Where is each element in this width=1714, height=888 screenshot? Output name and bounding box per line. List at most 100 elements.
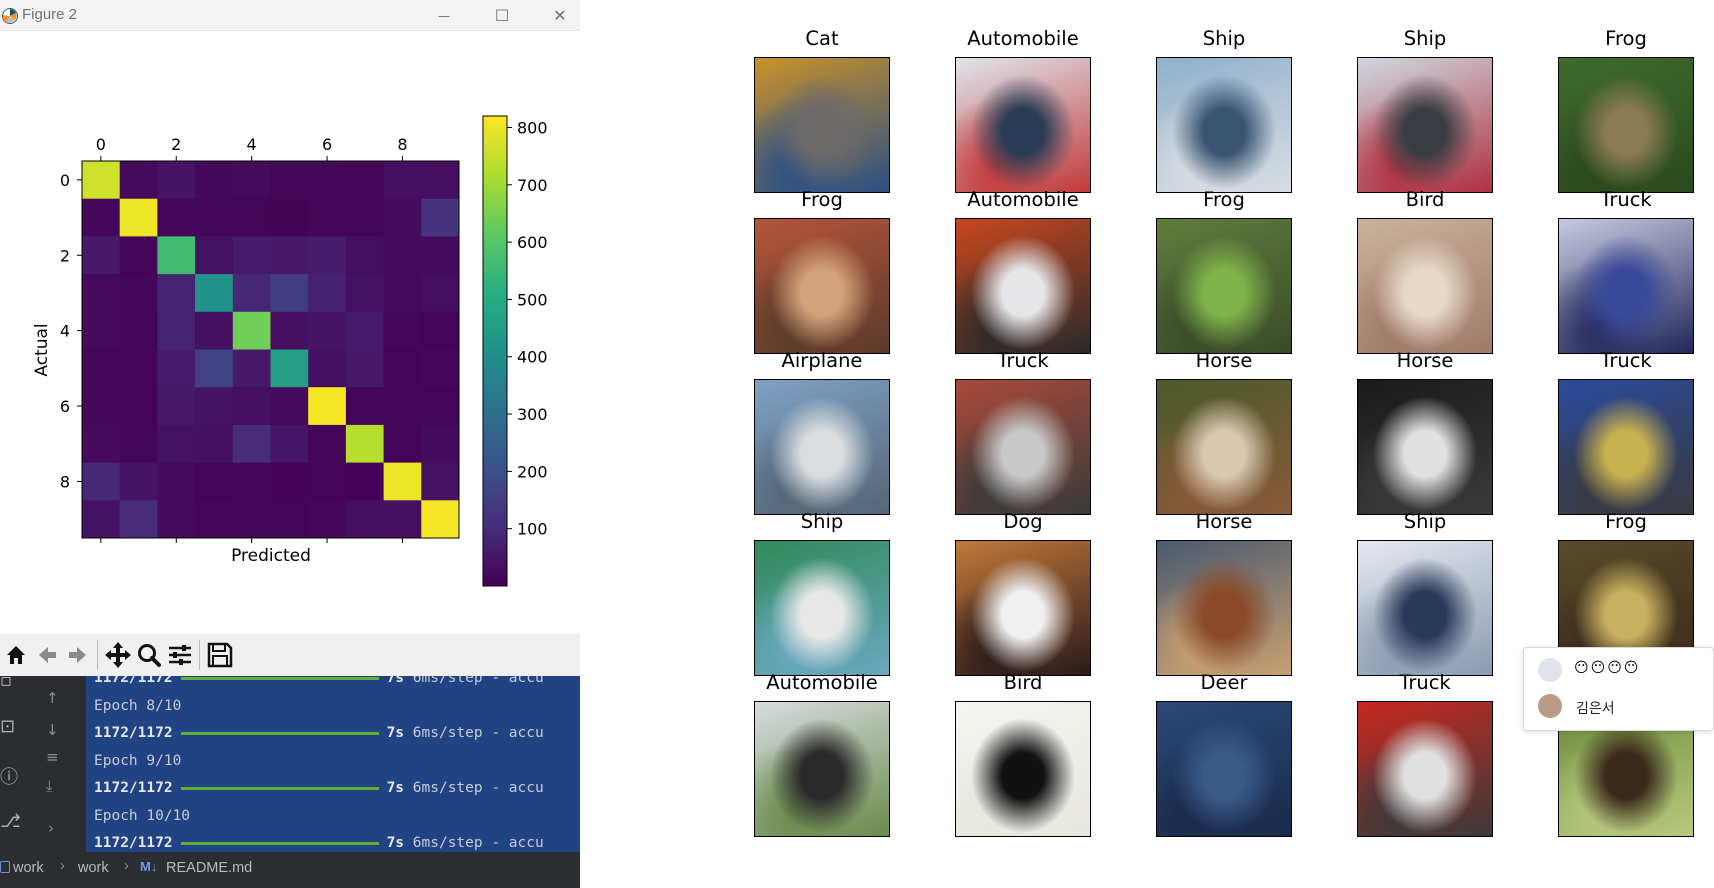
matrix-cell <box>383 349 422 388</box>
image-thumbnail <box>955 379 1091 515</box>
image-title: Bird <box>1003 671 1043 694</box>
x-tick-label: 4 <box>247 135 257 154</box>
confusion-matrix-cells <box>82 161 460 539</box>
matrix-cell <box>421 349 460 388</box>
colorbar-tick-label: 300 <box>517 405 548 424</box>
matrix-cell <box>308 274 347 313</box>
image-thumbnail <box>1558 379 1694 515</box>
matrix-cell <box>119 161 158 200</box>
progress-bar <box>180 786 379 790</box>
chevron-right-icon[interactable]: › <box>48 819 54 837</box>
matrix-cell <box>421 274 460 313</box>
matrix-cell <box>345 349 385 388</box>
matrix-cell <box>119 274 158 313</box>
breadcrumb-file[interactable]: README.md <box>166 860 252 876</box>
y-tick-label: 8 <box>60 472 70 491</box>
matrix-cell <box>345 387 385 426</box>
scroll-up-icon[interactable]: ↑ <box>46 689 59 707</box>
image-thumbnail <box>1357 379 1493 515</box>
terminal-output[interactable]: 1172/1172 7s 6ms/step - accu Epoch 8/10 117… <box>86 676 580 864</box>
matrix-cell <box>232 236 271 275</box>
matrix-cell <box>195 198 234 237</box>
scroll-to-end-icon[interactable]: ⤓ <box>46 777 53 795</box>
image-thumbnail <box>1156 540 1292 676</box>
save-button[interactable] <box>204 638 235 672</box>
pan-button[interactable] <box>102 638 133 672</box>
zoom-button[interactable] <box>133 638 164 672</box>
progress-rate: 6ms/step - accu <box>404 725 544 741</box>
user-name: 김은서 <box>1576 701 1615 717</box>
soft-wrap-icon[interactable]: ≡ <box>46 748 59 766</box>
matrix-cell <box>119 311 158 350</box>
image-title: Ship <box>1202 27 1246 50</box>
matrix-cell <box>82 236 121 275</box>
window-title: Figure 2 <box>22 6 78 23</box>
colorbar-tick-label: 800 <box>517 118 548 137</box>
matrix-cell <box>383 500 422 539</box>
desktop: Figure 2 — ☐ ✕ 0 2 4 6 8 0 2 4 6 8 Predicted Actu… <box>0 0 1714 888</box>
scroll-down-icon[interactable]: ↓ <box>46 721 59 739</box>
image-title: Deer <box>1200 671 1248 694</box>
matrix-cell <box>345 236 385 275</box>
image-title: Dog <box>1003 510 1043 533</box>
matrix-cell <box>232 462 271 501</box>
matrix-cell <box>232 274 271 313</box>
matrix-cell <box>82 161 121 200</box>
confusion-matrix-plot[interactable]: 0 2 4 6 8 0 2 4 6 8 Predicted Actual 100 200 300 400… <box>0 31 580 634</box>
progress-rate: 6ms/step - accu <box>404 780 544 796</box>
image-title: Frog <box>1605 27 1647 50</box>
image-title: Automobile <box>967 27 1079 50</box>
matrix-cell <box>195 274 234 313</box>
chat-popup[interactable]: 😶😶😶😶 김은서 <box>1523 647 1714 731</box>
matrix-cell <box>119 500 158 539</box>
x-axis-label: Predicted <box>231 546 311 566</box>
matrix-cell <box>345 274 385 313</box>
pan-icon <box>104 642 131 668</box>
matrix-cell <box>119 236 158 275</box>
zoom-icon <box>137 644 161 667</box>
colorbar-tick-label: 600 <box>517 233 548 252</box>
breadcrumb-work-1[interactable]: work <box>13 860 44 876</box>
image-title: Airplane <box>781 349 863 372</box>
git-icon[interactable]: ⎇ <box>0 811 21 832</box>
y-tick-label: 0 <box>60 171 70 190</box>
image-title: Automobile <box>967 188 1079 211</box>
maximize-icon: ☐ <box>494 6 510 25</box>
image-thumbnail <box>1558 57 1694 193</box>
window-titlebar[interactable]: Figure 2 — ☐ ✕ <box>0 0 580 31</box>
image-title: Ship <box>1403 27 1447 50</box>
matrix-cell <box>270 311 309 350</box>
matrix-cell <box>345 311 385 350</box>
matrix-cell <box>157 198 196 237</box>
tool-strip-icon[interactable]: ▫ <box>0 670 12 691</box>
matrix-cell <box>232 198 271 237</box>
home-button[interactable] <box>0 638 31 672</box>
toolbar-separator <box>97 640 98 670</box>
configure-button[interactable] <box>164 638 195 672</box>
matrix-cell <box>157 161 196 200</box>
image-thumbnail <box>1156 218 1292 354</box>
problems-icon[interactable]: ⓘ <box>0 763 18 789</box>
forward-button[interactable] <box>62 638 93 672</box>
minimize-button[interactable]: — <box>415 0 473 31</box>
matrix-cell <box>195 349 234 388</box>
image-title: Automobile <box>766 671 878 694</box>
matrix-cell <box>157 349 196 388</box>
matrix-cell <box>308 236 347 275</box>
colorbar-tick-label: 200 <box>517 462 548 481</box>
image-thumbnail <box>754 701 890 837</box>
chevron-right-icon: › <box>60 858 65 874</box>
matrix-cell <box>82 198 121 237</box>
terminal-icon[interactable]: ⊡ <box>0 716 15 737</box>
matrix-cell <box>421 462 460 501</box>
image-thumbnail <box>754 57 890 193</box>
matrix-cell <box>383 462 422 501</box>
maximize-button[interactable]: ☐ <box>473 0 531 31</box>
breadcrumb-work-2[interactable]: work <box>78 860 109 876</box>
image-thumbnail <box>955 57 1091 193</box>
image-title: Truck <box>1600 349 1652 372</box>
back-button[interactable] <box>31 638 62 672</box>
matrix-cell <box>421 387 460 426</box>
matrix-cell <box>119 462 158 501</box>
progress-bar <box>180 841 379 845</box>
